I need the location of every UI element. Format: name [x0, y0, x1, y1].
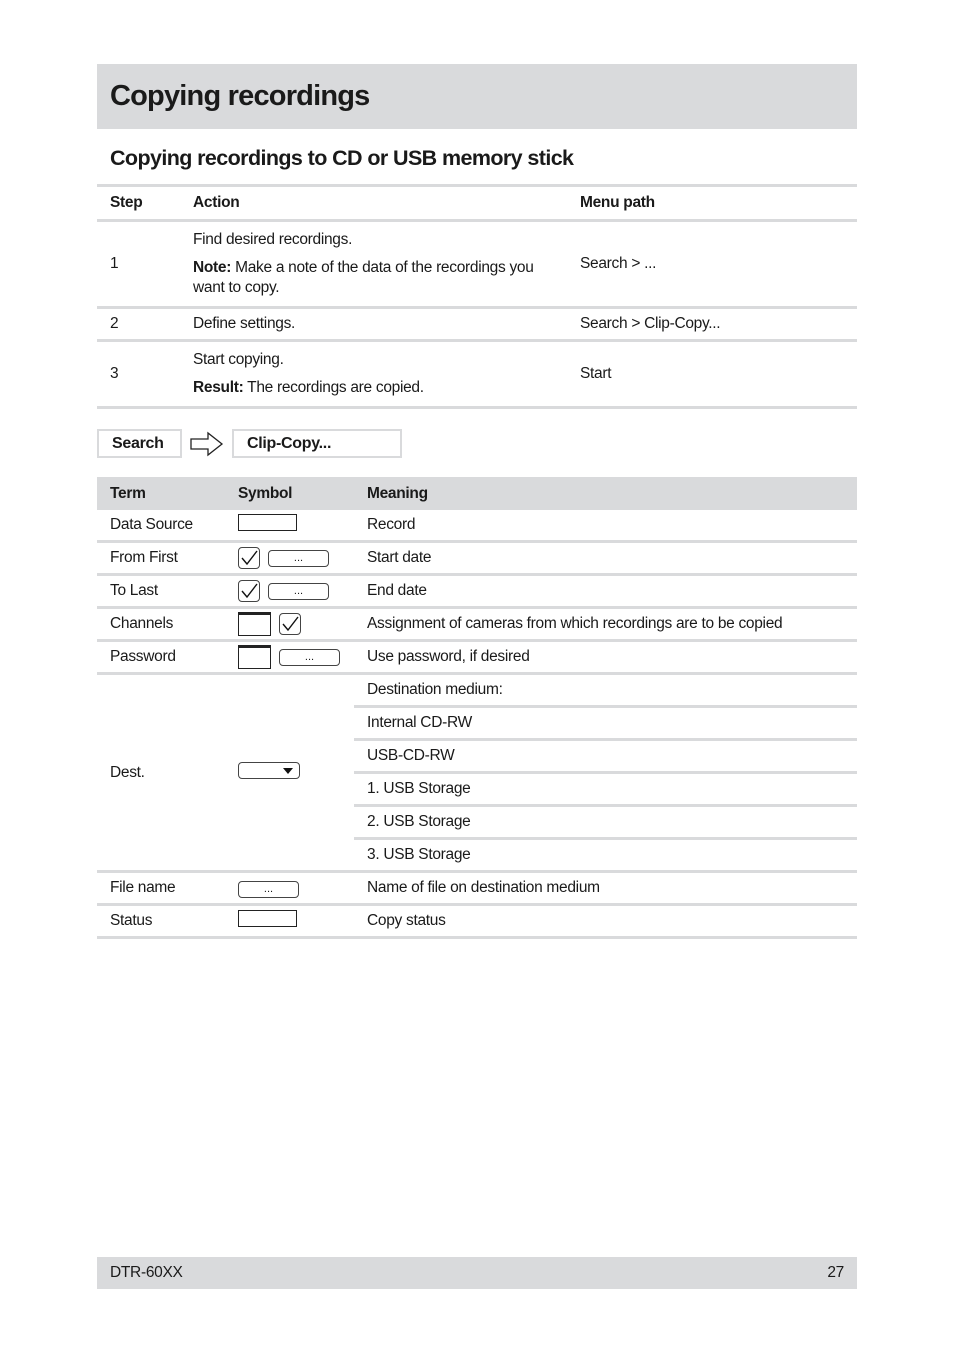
table-row: From First ... Start date	[97, 541, 857, 576]
term: Status	[97, 904, 225, 939]
dest-option: 3. USB Storage	[354, 838, 857, 873]
checkbox-checked-icon	[279, 613, 301, 635]
table-row: Channels Assignment of cameras from whic…	[97, 607, 857, 642]
result-label: Result:	[193, 379, 244, 396]
step-number: 1	[97, 220, 180, 309]
step-number: 2	[97, 307, 180, 342]
title-bar: Copying recordings	[97, 64, 857, 129]
table-row: To Last ... End date	[97, 574, 857, 609]
page-title: Copying recordings	[110, 80, 370, 112]
steps-header-row: Step Action Menu path	[97, 185, 857, 222]
menu-path: Search > Clip-Copy...	[567, 307, 857, 342]
dest-option: Internal CD-RW	[354, 706, 857, 741]
page-number: 27	[827, 1264, 844, 1281]
header-step: Step	[97, 185, 180, 222]
action-main: Find desired recordings.	[193, 231, 353, 248]
table-row: Dest. Destination medium:	[97, 673, 857, 873]
table-row: File name ... Name of file on destinatio…	[97, 871, 857, 906]
header-symbol: Symbol	[225, 477, 354, 510]
term: Channels	[97, 607, 225, 642]
meaning: Record	[354, 510, 857, 543]
breadcrumb-clip-copy: Clip-Copy...	[232, 429, 402, 458]
step-action: Define settings.	[180, 307, 567, 342]
menu-path: Start	[567, 340, 857, 409]
page-footer: DTR-60XX 27	[97, 1257, 857, 1289]
dest-option: 2. USB Storage	[354, 805, 857, 840]
table-row: 1 Find desired recordings. Note: Make a …	[97, 220, 857, 309]
footer-model: DTR-60XX	[110, 1264, 183, 1281]
result-text: The recordings are copied.	[243, 379, 424, 396]
text-field-icon	[238, 514, 297, 531]
dest-option: 1. USB Storage	[354, 772, 857, 807]
meaning: Name of file on destination medium	[354, 871, 857, 906]
meaning: Copy status	[354, 904, 857, 939]
step-action: Start copying. Result: The recordings ar…	[180, 340, 567, 409]
meaning: Assignment of cameras from which recordi…	[354, 607, 857, 642]
action-result: Result: The recordings are copied.	[193, 378, 567, 398]
section-heading: Copying recordings to CD or USB memory s…	[110, 146, 574, 170]
step-number: 3	[97, 340, 180, 409]
term: Password	[97, 640, 225, 675]
text-field-icon	[238, 910, 297, 927]
table-row: Data Source Record	[97, 510, 857, 543]
checkbox-checked-icon	[238, 580, 260, 602]
action-note: Note: Make a note of the data of the rec…	[193, 258, 567, 298]
action-main: Start copying.	[193, 351, 284, 368]
steps-table: Step Action Menu path 1 Find desired rec…	[97, 184, 857, 409]
meaning: Use password, if desired	[354, 640, 857, 675]
step-action: Find desired recordings. Note: Make a no…	[180, 220, 567, 309]
checkbox-checked-icon	[238, 547, 260, 569]
term: To Last	[97, 574, 225, 609]
menu-path: Search > ...	[567, 220, 857, 309]
dest-option: USB-CD-RW	[354, 739, 857, 774]
note-text: Make a note of the data of the recording…	[193, 259, 534, 296]
dropdown-icon	[238, 761, 300, 779]
header-menu-path: Menu path	[567, 185, 857, 222]
hollow-arrow-right-icon	[190, 431, 224, 457]
meaning: End date	[354, 574, 857, 609]
term: File name	[97, 871, 225, 906]
meaning: Destination medium:	[354, 673, 857, 708]
table-row: Status Copy status	[97, 904, 857, 939]
meaning: Start date	[354, 541, 857, 576]
table-row: 3 Start copying. Result: The recordings …	[97, 340, 857, 409]
field-icon	[238, 645, 271, 669]
ellipsis-button-icon: ...	[238, 880, 299, 898]
ellipsis-button-icon: ...	[268, 582, 329, 600]
terms-table: Term Symbol Meaning Data Source Record F…	[97, 477, 857, 939]
field-icon	[238, 612, 271, 636]
term: Data Source	[97, 510, 225, 543]
ellipsis-button-icon: ...	[268, 549, 329, 567]
header-term: Term	[97, 477, 225, 510]
terms-header-row: Term Symbol Meaning	[97, 477, 857, 510]
note-label: Note:	[193, 259, 232, 276]
breadcrumb-search: Search	[97, 429, 182, 458]
term: Dest.	[97, 673, 225, 873]
table-row: 2 Define settings. Search > Clip-Copy...	[97, 307, 857, 342]
ellipsis-button-icon: ...	[279, 648, 340, 666]
table-row: Password ... Use password, if desired	[97, 640, 857, 675]
header-action: Action	[180, 185, 567, 222]
header-meaning: Meaning	[354, 477, 857, 510]
term: From First	[97, 541, 225, 576]
